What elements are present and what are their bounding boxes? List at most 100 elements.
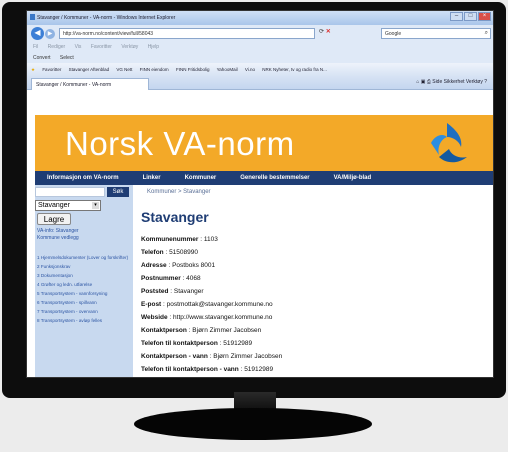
- monitor-stand: [134, 408, 372, 440]
- save-button[interactable]: Lagre: [37, 213, 71, 225]
- fav-link-1[interactable]: Stavanger Aftenblad: [69, 67, 110, 72]
- help-icon[interactable]: ?: [484, 79, 487, 85]
- field-row: Telefon til kontaktperson - vann : 51912…: [141, 366, 274, 373]
- tab-row: Stavanger / Kommuner - VA-norm ⌂ ▣ ⎙ Sid…: [27, 76, 493, 90]
- email-link[interactable]: postmottak@stavanger.kommune.no: [167, 301, 273, 308]
- screen: Stavanger / Kommuner - VA-norm - Windows…: [26, 10, 494, 378]
- field-value: 1103: [203, 236, 218, 243]
- chevron-down-icon: ▾: [92, 202, 99, 209]
- fav-link-5[interactable]: YahooMail: [217, 67, 238, 72]
- convert-button[interactable]: Convert: [33, 55, 51, 61]
- star-icon: ★: [31, 67, 36, 72]
- municipality-select[interactable]: Stavanger ▾: [35, 200, 101, 211]
- ie-icon: [30, 14, 35, 20]
- field-label: Telefon til kontaktperson: [141, 340, 218, 347]
- address-tools: ⟳ ✕: [319, 28, 331, 35]
- site-search-input[interactable]: [35, 187, 105, 197]
- nav-municipalities[interactable]: Kommuner: [173, 175, 229, 181]
- menu-item-7[interactable]: 7 Transportsystem - overvann: [37, 309, 131, 315]
- site-search-button[interactable]: Søk: [107, 187, 129, 197]
- municipality-select-value: Stavanger: [38, 202, 70, 209]
- field-label: Telefon: [141, 249, 164, 256]
- field-value: Postboks 8001: [172, 262, 216, 269]
- main-content: Kommuner > Stavanger Stavanger Kommunenu…: [141, 185, 491, 377]
- page-title: Stavanger: [141, 209, 209, 225]
- search-icon[interactable]: ⌕: [485, 30, 488, 37]
- menu-item-5[interactable]: 5 Transportsystem - vannforsyning: [37, 291, 131, 297]
- field-row: Postnummer : 4068: [141, 275, 201, 282]
- nav-va-miljo[interactable]: VA/Miljø-blad: [322, 175, 384, 181]
- field-row: Webside : http://www.stavanger.kommune.n…: [141, 314, 273, 321]
- maximize-icon[interactable]: □: [464, 12, 477, 21]
- menu-file[interactable]: Fil: [33, 44, 38, 50]
- field-label: Webside: [141, 314, 168, 321]
- va-info-link[interactable]: VA-info: Stavanger: [37, 228, 79, 235]
- stop-icon[interactable]: ✕: [326, 29, 331, 35]
- cmd-side[interactable]: Side: [432, 79, 442, 85]
- breadcrumb[interactable]: Kommuner > Stavanger: [147, 189, 211, 195]
- menu-favorites[interactable]: Favoritter: [91, 44, 112, 50]
- menu-item-4[interactable]: 4 Grøfter og ledn. utførelse: [37, 282, 131, 288]
- field-row: Poststed : Stavanger: [141, 288, 204, 295]
- close-icon[interactable]: ×: [478, 12, 491, 21]
- menu-item-2[interactable]: 2 Funksjonskrav: [37, 264, 131, 270]
- site-banner: Norsk VA-norm: [35, 115, 493, 171]
- search-field[interactable]: Google ⌕: [381, 28, 491, 39]
- fav-link-2[interactable]: VG Nett: [116, 67, 132, 72]
- nav-info[interactable]: Informasjon om VA-norm: [35, 175, 131, 181]
- menu-item-6[interactable]: 6 Transportsystem - spillvann: [37, 300, 131, 306]
- field-label: E-post: [141, 301, 162, 308]
- minimize-icon[interactable]: –: [450, 12, 463, 21]
- monitor-frame: Stavanger / Kommuner - VA-norm - Windows…: [2, 2, 506, 398]
- search-engine-label: Google: [385, 31, 402, 37]
- address-row: ◀ ▶ http://va-norm.no/content/view/full/…: [27, 25, 493, 42]
- sidebar: Søk Stavanger ▾ Lagre VA-info: Stavanger…: [35, 185, 133, 377]
- address-bar[interactable]: http://va-norm.no/content/view/full/5804…: [59, 28, 315, 39]
- field-value: Bjørn Zimmer Jacobsen: [213, 353, 283, 360]
- fav-link-7[interactable]: NRK Nyheter, tv og radio fra N...: [262, 67, 327, 72]
- field-label: Kommunenummer: [141, 236, 199, 243]
- menu-bar: Fil Rediger Vis Favoritter Verktøy Hjelp: [27, 42, 493, 52]
- field-label: Telefon til kontaktperson - vann: [141, 366, 239, 373]
- feeds-icon[interactable]: ▣: [421, 79, 426, 85]
- cmd-tools[interactable]: Verktøy: [466, 79, 483, 85]
- refresh-icon[interactable]: ⟳: [319, 29, 324, 35]
- pdf-toolbar: Convert Select: [27, 52, 493, 63]
- window-titlebar: Stavanger / Kommuner - VA-norm - Windows…: [27, 11, 493, 25]
- fav-link-3[interactable]: FINN eiendom: [140, 67, 169, 72]
- field-value: 51912989: [244, 366, 274, 373]
- nav-general[interactable]: Generelle bestemmelser: [228, 175, 321, 181]
- forward-arrow-icon[interactable]: ▶: [45, 29, 55, 39]
- fav-link-4[interactable]: FINN Fritidsbolig: [176, 67, 210, 72]
- site-title: Norsk VA-norm: [65, 125, 295, 162]
- nav-links[interactable]: Linker: [131, 175, 173, 181]
- tab-stavanger[interactable]: Stavanger / Kommuner - VA-norm: [31, 78, 149, 90]
- field-row: Telefon til kontaktperson : 51912989: [141, 340, 253, 347]
- window-title: Stavanger / Kommuner - VA-norm - Windows…: [37, 15, 176, 21]
- command-bar: ⌂ ▣ ⎙ Side Sikkerhet Verktøy ?: [416, 79, 487, 85]
- menu-view[interactable]: Vis: [75, 44, 82, 50]
- menu-tools[interactable]: Verktøy: [121, 44, 138, 50]
- select-button[interactable]: Select: [60, 55, 74, 61]
- website-link[interactable]: http://www.stavanger.kommune.no: [173, 314, 272, 321]
- attachment-link[interactable]: Kommune vedlegg: [37, 235, 79, 242]
- menu-item-3[interactable]: 3 Dokumentasjon: [37, 273, 131, 279]
- menu-edit[interactable]: Rediger: [48, 44, 66, 50]
- menu-item-1[interactable]: 1 Hjemmelsdokumenter (Lover og forskrift…: [37, 255, 131, 261]
- favorites-button[interactable]: Favoritter: [42, 67, 61, 72]
- info-links: VA-info: Stavanger Kommune vedlegg: [37, 228, 79, 242]
- back-arrow-icon[interactable]: ◀: [31, 27, 44, 40]
- cmd-security[interactable]: Sikkerhet: [444, 79, 465, 85]
- print-icon[interactable]: ⎙: [427, 79, 431, 85]
- field-row: E-post : postmottak@stavanger.kommune.no: [141, 301, 273, 308]
- menu-help[interactable]: Hjelp: [148, 44, 159, 50]
- field-value: Bjørn Zimmer Jacobsen: [192, 327, 262, 334]
- field-value: Stavanger: [173, 288, 204, 295]
- field-row: Kommunenummer : 1103: [141, 236, 218, 243]
- field-label: Kontaktperson - vann: [141, 353, 208, 360]
- home-icon[interactable]: ⌂: [416, 79, 419, 85]
- menu-item-8[interactable]: 8 Transportsystem - avløp felles: [37, 318, 131, 324]
- site-nav: Informasjon om VA-norm Linker Kommuner G…: [35, 171, 493, 185]
- fav-link-6[interactable]: Vi.no: [245, 67, 255, 72]
- field-label: Kontaktperson: [141, 327, 187, 334]
